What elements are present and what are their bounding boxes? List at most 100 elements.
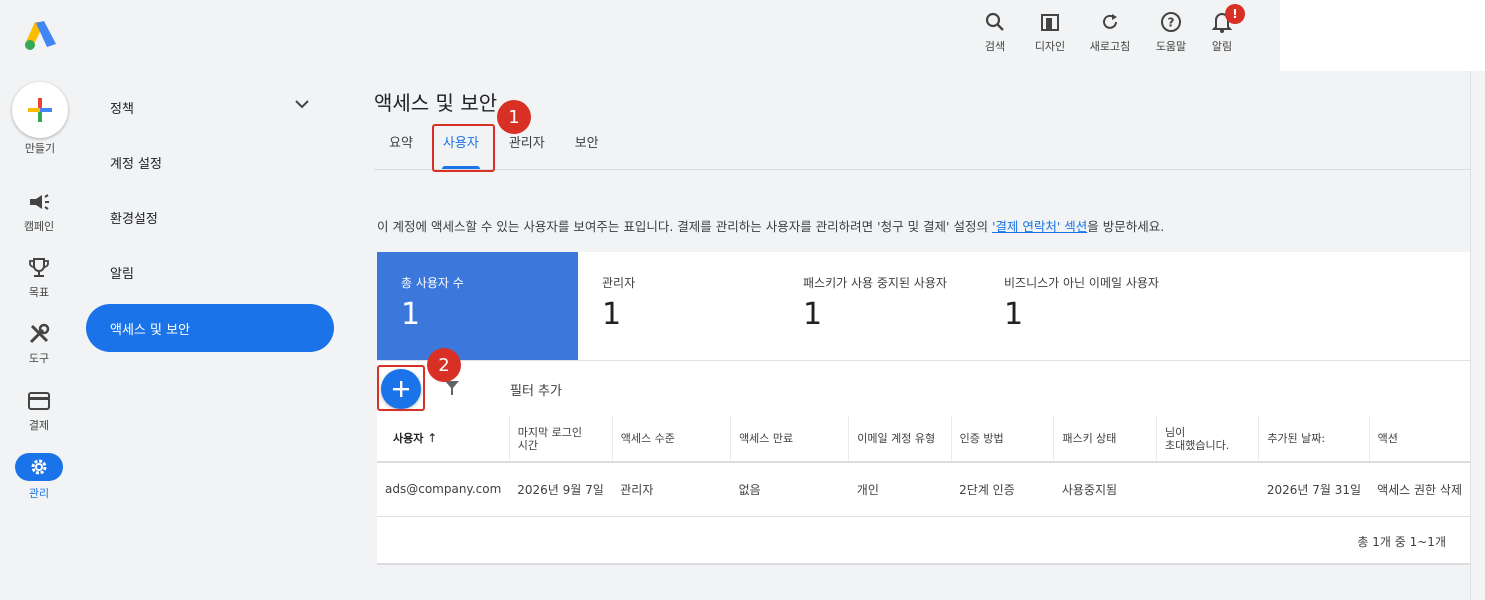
help-button[interactable]: ? 도움말 xyxy=(1146,10,1196,54)
design-label: 디자인 xyxy=(1034,40,1066,53)
subnav-item-label: 정책 xyxy=(110,102,134,117)
stat-label: 관리자 xyxy=(602,276,636,290)
megaphone-icon xyxy=(8,190,70,214)
refresh-button[interactable]: 새로고침 xyxy=(1085,10,1135,54)
rail-item-admin[interactable]: 관리 xyxy=(8,453,70,501)
create-label: 만들기 xyxy=(24,142,56,155)
cell-access-level[interactable]: 관리자 xyxy=(612,462,731,517)
trophy-icon xyxy=(8,256,70,280)
stat-label: 총 사용자 수 xyxy=(401,276,464,290)
design-icon xyxy=(1025,10,1075,34)
callout-marker-1: 1 xyxy=(497,100,531,134)
tab-security[interactable]: 보안 xyxy=(560,126,614,169)
subnav-item-label: 계정 설정 xyxy=(110,157,162,172)
subnav-item-access-security[interactable]: 액세스 및 보안 xyxy=(86,304,334,352)
table-toolbar: 필터 추가 xyxy=(377,360,1470,416)
billing-contacts-link[interactable]: '결제 연락처' 섹션 xyxy=(992,219,1087,234)
search-icon xyxy=(970,10,1020,34)
rail-item-campaigns[interactable]: 캠페인 xyxy=(8,190,70,234)
column-header-date-added[interactable]: 추가된 날짜: xyxy=(1258,416,1370,463)
credit-card-icon xyxy=(8,389,70,413)
help-icon: ? xyxy=(1146,10,1196,34)
subnav-item-policy[interactable]: 정책 xyxy=(86,80,334,135)
tools-icon xyxy=(8,322,70,346)
search-button[interactable]: 검색 xyxy=(970,10,1020,54)
stat-total-users[interactable]: 총 사용자 수 1 xyxy=(377,252,578,360)
column-header-invited-by[interactable]: 님이 초대했습니다. xyxy=(1156,416,1260,463)
column-header-action[interactable]: 액션 xyxy=(1369,416,1470,463)
plus-icon xyxy=(28,98,52,122)
column-header-auth-method[interactable]: 인증 방법 xyxy=(951,416,1055,463)
column-header-label: 마지막 로그인 xyxy=(517,425,582,439)
tab-summary[interactable]: 요약 xyxy=(374,126,428,169)
column-header-access-expiry[interactable]: 액세스 만료 xyxy=(730,416,850,463)
stat-passkey-disabled[interactable]: 패스키가 사용 중지된 사용자 1 xyxy=(779,252,980,360)
remove-access-link[interactable]: 액세스 권한 삭제 xyxy=(1369,462,1470,517)
column-header-label: 님이 xyxy=(1165,425,1186,439)
subnav-item-label: 액세스 및 보안 xyxy=(110,322,191,338)
subnav-item-preferences[interactable]: 환경설정 xyxy=(86,190,334,245)
cell-email-type: 개인 xyxy=(848,462,952,517)
search-label: 검색 xyxy=(984,40,1006,53)
notification-badge: ! xyxy=(1225,4,1245,24)
page-scrollbar[interactable] xyxy=(1470,71,1485,600)
admin-label: 관리 xyxy=(28,487,50,500)
refresh-label: 새로고침 xyxy=(1089,40,1131,53)
goals-label: 목표 xyxy=(28,286,50,299)
stat-admins[interactable]: 관리자 1 xyxy=(578,252,779,360)
users-description: 이 계정에 액세스할 수 있는 사용자를 보여주는 표입니다. 결제를 관리하는… xyxy=(377,216,1164,235)
cell-access-expiry: 없음 xyxy=(730,462,849,517)
subnav-item-account-settings[interactable]: 계정 설정 xyxy=(86,135,334,190)
cell-passkey-status: 사용중지됨 xyxy=(1053,462,1157,517)
gear-icon xyxy=(15,453,63,481)
admin-subnav: 정책 계정 설정 환경설정 알림 액세스 및 보안 xyxy=(86,80,334,352)
subnav-item-label: 알림 xyxy=(110,267,134,282)
add-button-highlight xyxy=(377,365,425,411)
cell-user: ads@company.com xyxy=(377,462,510,517)
rail-item-tools[interactable]: 도구 xyxy=(8,322,70,366)
refresh-icon xyxy=(1085,10,1135,34)
stat-value: 1 xyxy=(803,297,823,332)
users-tab-highlight xyxy=(432,124,495,172)
stat-value: 1 xyxy=(602,297,622,332)
page-title: 액세스 및 보안 xyxy=(374,91,498,115)
chevron-down-icon xyxy=(294,98,310,113)
stat-value: 1 xyxy=(401,297,421,332)
stat-value: 1 xyxy=(1004,297,1024,332)
stat-non-business-email[interactable]: 비즈니스가 아닌 이메일 사용자 1 xyxy=(980,252,1240,360)
design-button[interactable]: 디자인 xyxy=(1025,10,1075,54)
create-button[interactable] xyxy=(12,82,68,138)
description-text: 이 계정에 액세스할 수 있는 사용자를 보여주는 표입니다. 결제를 관리하는… xyxy=(377,219,992,234)
column-header-email-type[interactable]: 이메일 계정 유형 xyxy=(848,416,952,463)
notifications-button[interactable]: ! 알림 xyxy=(1197,4,1247,54)
cell-date-added: 2026년 7월 31일 xyxy=(1258,462,1370,517)
tools-label: 도구 xyxy=(28,352,50,365)
notifications-label: 알림 xyxy=(1211,40,1233,53)
tab-bar: 요약 사용자 관리자 보안 xyxy=(374,126,1470,170)
column-header-passkey-status[interactable]: 패스키 상태 xyxy=(1053,416,1158,463)
table-header-row: 사용자 ↑ 마지막 로그인 시간 액세스 수준 액세스 만료 이메일 계정 유형 … xyxy=(377,416,1470,463)
table-row: ads@company.com 2026년 9월 7일 관리자 없음 개인 2단… xyxy=(377,462,1470,517)
cell-auth-method: 2단계 인증 xyxy=(951,462,1054,517)
subnav-item-notifications[interactable]: 알림 xyxy=(86,245,334,300)
add-filter-button[interactable]: 필터 추가 xyxy=(510,380,562,399)
campaigns-label: 캠페인 xyxy=(23,220,55,233)
column-header-access-level[interactable]: 액세스 수준 xyxy=(612,416,732,463)
cell-last-login: 2026년 9월 7일 xyxy=(509,462,613,517)
rail-item-billing[interactable]: 결제 xyxy=(8,389,70,433)
cell-invited-by xyxy=(1156,462,1259,517)
description-text-end: 을 방문하세요. xyxy=(1087,219,1165,234)
rail-item-goals[interactable]: 목표 xyxy=(8,256,70,300)
help-label: 도움말 xyxy=(1155,40,1187,53)
column-header-label: 초대했습니다. xyxy=(1165,438,1230,452)
column-header-last-login[interactable]: 마지막 로그인 시간 xyxy=(509,416,613,463)
users-table: 사용자 ↑ 마지막 로그인 시간 액세스 수준 액세스 만료 이메일 계정 유형 … xyxy=(377,416,1470,517)
arrow-up-icon: ↑ xyxy=(427,431,438,445)
table-footer: 총 1개 중 1~1개 xyxy=(377,517,1470,565)
user-stats-cards: 총 사용자 수 1 관리자 1 패스키가 사용 중지된 사용자 1 비즈니스가 … xyxy=(377,252,1470,360)
google-ads-logo[interactable] xyxy=(22,20,58,52)
account-area[interactable] xyxy=(1280,0,1485,71)
column-header-user[interactable]: 사용자 ↑ xyxy=(377,416,510,463)
filter-icon[interactable] xyxy=(443,379,461,401)
tab-admins[interactable]: 관리자 xyxy=(494,126,560,169)
